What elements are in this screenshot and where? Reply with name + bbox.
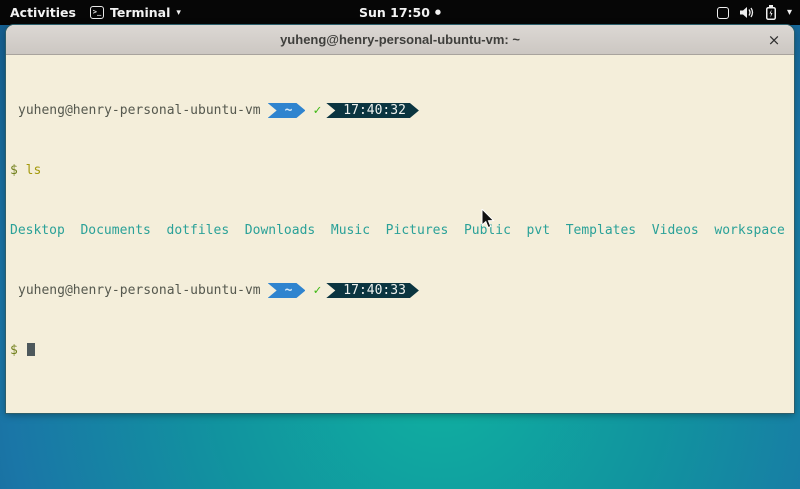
terminal-app-icon: >_ [90, 6, 104, 19]
mouse-cursor-icon [481, 209, 495, 230]
prompt-cwd-segment: ~ [268, 103, 306, 118]
terminal-content[interactable]: yuheng@henry-personal-ubuntu-vm ~ ✓ 17:4… [6, 55, 794, 412]
status-check-icon: ✓ [313, 283, 321, 298]
prompt-user: yuheng@henry-personal-ubuntu-vm [10, 103, 261, 118]
top-bar: Activities >_ Terminal ▾ Sun 17:50 ● ▾ [0, 0, 800, 25]
ls-output: Desktop Documents dotfiles Downloads Mus… [10, 223, 790, 238]
system-status-area[interactable]: ▾ [717, 0, 792, 25]
close-button[interactable]: × [764, 30, 784, 50]
command-text: ls [26, 163, 42, 178]
app-menu-label: Terminal [110, 5, 170, 20]
prompt-line-2: yuheng@henry-personal-ubuntu-vm ~ ✓ 17:4… [10, 283, 790, 298]
window-title: yuheng@henry-personal-ubuntu-vm: ~ [280, 32, 520, 47]
prompt-time-segment: 17:40:33 [326, 283, 419, 298]
prompt-cwd-segment: ~ [268, 283, 306, 298]
app-menu-terminal[interactable]: >_ Terminal ▾ [90, 5, 181, 20]
terminal-window: yuheng@henry-personal-ubuntu-vm: ~ × yuh… [6, 25, 794, 413]
status-check-icon: ✓ [313, 103, 321, 118]
battery-charging-icon [766, 5, 776, 20]
clock[interactable]: Sun 17:50 [359, 5, 430, 20]
prompt-char: $ [10, 163, 18, 178]
prompt-char: $ [10, 343, 18, 358]
window-titlebar[interactable]: yuheng@henry-personal-ubuntu-vm: ~ × [6, 25, 794, 55]
input-line: $ [10, 343, 790, 358]
volume-icon [740, 6, 755, 19]
command-line: $ ls [10, 163, 790, 178]
screen-icon [717, 7, 729, 19]
chevron-down-icon: ▾ [787, 8, 792, 18]
terminal-cursor [27, 343, 35, 356]
prompt-user: yuheng@henry-personal-ubuntu-vm [10, 283, 261, 298]
notification-dot-icon: ● [435, 9, 441, 16]
prompt-time-segment: 17:40:32 [326, 103, 419, 118]
chevron-down-icon: ▾ [176, 9, 181, 18]
prompt-line-1: yuheng@henry-personal-ubuntu-vm ~ ✓ 17:4… [10, 103, 790, 118]
activities-button[interactable]: Activities [10, 5, 76, 20]
